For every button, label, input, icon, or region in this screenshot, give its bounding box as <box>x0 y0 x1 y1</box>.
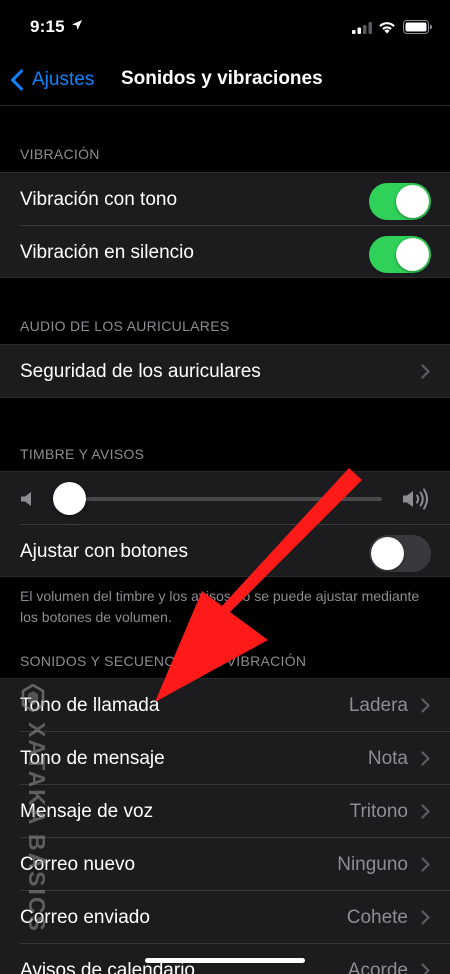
status-bar: 9:15 <box>0 0 450 52</box>
vibration-silent-toggle[interactable] <box>369 236 431 273</box>
vibration-ring-toggle[interactable] <box>369 183 431 220</box>
row-headphone-safety[interactable]: Seguridad de los auriculares <box>0 345 450 398</box>
chevron-right-icon <box>421 698 430 713</box>
chevron-right-icon <box>421 910 430 925</box>
ringer-group: Ajustar con botones <box>0 471 450 577</box>
sounds-group: Tono de llamada Ladera Tono de mensaje N… <box>0 678 450 974</box>
page-title: Sonidos y vibraciones <box>121 68 323 89</box>
row-adjust-with-buttons[interactable]: Ajustar con botones <box>0 525 450 578</box>
back-button-label: Ajustes <box>32 69 95 90</box>
vibration-group: Vibración con tono Vibración en silencio <box>0 172 450 278</box>
home-indicator <box>145 958 305 963</box>
row-value: Cohete <box>346 906 408 928</box>
headphones-group: Seguridad de los auriculares <box>0 344 450 398</box>
adjust-with-buttons-toggle[interactable] <box>369 535 431 572</box>
chevron-right-icon <box>421 364 430 379</box>
back-button[interactable]: Ajustes <box>10 67 94 93</box>
xataka-logo-icon <box>21 684 45 712</box>
row-new-mail[interactable]: Correo nuevo Ninguno <box>0 838 450 891</box>
slider-thumb[interactable] <box>53 482 86 515</box>
wifi-icon <box>379 22 395 34</box>
row-ringtone[interactable]: Tono de llamada Ladera <box>0 679 450 732</box>
section-header-vibration: VIBRACIÓN <box>20 146 100 162</box>
row-value: Tritono <box>349 800 408 822</box>
row-value: Ladera <box>348 694 408 716</box>
toggle-knob <box>371 537 404 570</box>
speaker-high-icon <box>403 488 428 510</box>
watermark: XATAKA BASICS <box>18 684 50 944</box>
row-value: Nota <box>367 747 408 769</box>
battery-icon <box>403 20 432 34</box>
section-header-sounds: SONIDOS Y SECUENCIAS DE VIBRACIÓN <box>20 653 307 669</box>
slider-track[interactable] <box>68 497 382 501</box>
chevron-right-icon <box>421 804 430 819</box>
navigation-bar: Ajustes Sonidos y vibraciones <box>0 52 450 106</box>
section-header-headphones: AUDIO DE LOS AURICULARES <box>20 318 230 334</box>
row-vibration-ring[interactable]: Vibración con tono <box>0 173 450 226</box>
row-voicemail[interactable]: Mensaje de voz Tritono <box>0 785 450 838</box>
toggle-knob <box>396 185 429 218</box>
toggle-knob <box>396 238 429 271</box>
row-label: Seguridad de los auriculares <box>20 360 261 382</box>
row-label: Ajustar con botones <box>20 540 188 562</box>
row-label: Vibración con tono <box>20 188 178 210</box>
chevron-right-icon <box>421 857 430 872</box>
ringer-volume-slider[interactable] <box>0 472 450 525</box>
location-arrow-icon <box>72 20 82 30</box>
row-sent-mail[interactable]: Correo enviado Cohete <box>0 891 450 944</box>
watermark-text: XATAKA BASICS <box>24 722 50 933</box>
row-vibration-silent[interactable]: Vibración en silencio <box>0 226 450 279</box>
row-text-tone[interactable]: Tono de mensaje Nota <box>0 732 450 785</box>
chevron-left-icon <box>11 69 23 91</box>
row-value: Acorde <box>347 959 408 974</box>
status-time: 9:15 <box>30 17 65 36</box>
row-label: Vibración en silencio <box>20 241 194 263</box>
chevron-right-icon <box>421 751 430 766</box>
chevron-right-icon <box>421 963 430 974</box>
row-value: Ninguno <box>337 853 408 875</box>
speaker-low-icon <box>21 492 31 506</box>
cellular-signal-icon <box>352 22 372 34</box>
ringer-footnote: El volumen del timbre y los avisos no se… <box>20 588 420 625</box>
section-header-ringer: TIMBRE Y AVISOS <box>20 446 145 462</box>
